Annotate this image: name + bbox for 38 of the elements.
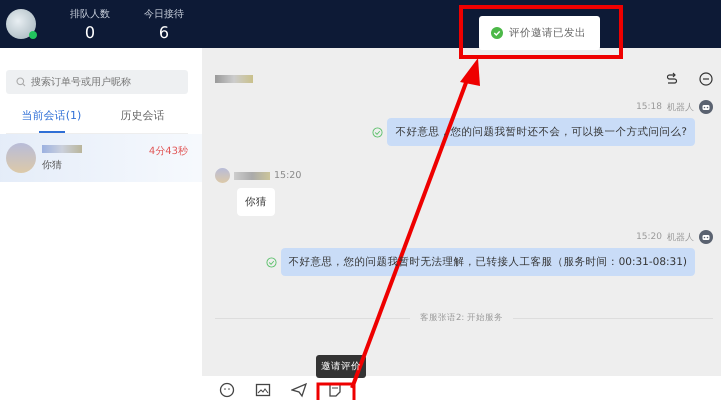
blurred-name <box>42 144 82 152</box>
session-tab[interactable]: 当前会话(1) <box>6 102 97 133</box>
session-item[interactable]: 你猜 4分43秒 <box>0 134 202 182</box>
user-avatar <box>6 143 36 173</box>
search-field[interactable]: 搜索订单号或用户昵称 <box>6 70 188 94</box>
delivered-check-icon <box>266 256 277 268</box>
message-bubble: 你猜 <box>237 188 275 216</box>
robot-avatar-icon <box>699 100 713 114</box>
blurred-name <box>234 172 270 180</box>
sender-name: 机器人 <box>667 102 694 114</box>
delivered-check-icon <box>372 126 384 138</box>
system-notice: 客服张语2: 开始服务 <box>420 312 503 324</box>
robot-avatar-icon <box>699 230 713 244</box>
user-avatar <box>215 168 230 183</box>
message-time: 15:20 <box>636 232 662 242</box>
transfer-icon[interactable] <box>665 72 679 86</box>
message-bubble: 不好意思，您的问题我暂时还不会，可以换一个方式问问么? <box>387 118 695 146</box>
session-tab[interactable]: 历史会话 <box>97 102 188 133</box>
image-icon <box>255 382 271 398</box>
stat-value: 6 <box>158 22 170 42</box>
stat-label: 今日接待 <box>144 8 184 20</box>
end-session-icon[interactable] <box>699 72 713 86</box>
highlight-frame <box>316 382 356 400</box>
send-button[interactable] <box>290 382 308 400</box>
stat-value: 0 <box>84 22 96 42</box>
emoji-icon <box>219 382 235 398</box>
stat-label: 排队人数 <box>70 8 110 20</box>
paper-plane-icon <box>291 382 307 398</box>
message-time: 15:18 <box>636 102 662 112</box>
online-status-dot <box>29 31 37 39</box>
message-time: 15:20 <box>274 170 302 181</box>
emoji-button[interactable] <box>218 382 236 400</box>
sender-name: 机器人 <box>667 232 694 244</box>
wait-timer: 4分43秒 <box>148 144 188 158</box>
blurred-name <box>215 75 253 83</box>
toast-message: 评价邀请已发出 <box>509 26 586 40</box>
message-preview: 你猜 <box>42 158 63 172</box>
success-icon <box>491 27 503 39</box>
